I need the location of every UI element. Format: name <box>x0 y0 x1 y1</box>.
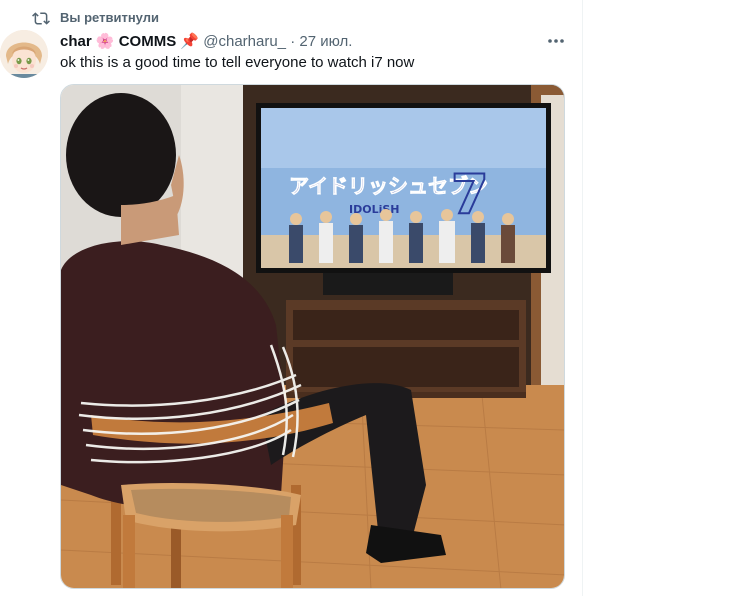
column-divider <box>582 0 583 596</box>
retweet-icon <box>32 12 50 25</box>
retweet-context[interactable]: Вы ретвитнули <box>0 6 582 28</box>
anime-avatar-icon <box>0 30 48 78</box>
more-horizontal-icon[interactable] <box>546 34 566 48</box>
author-name[interactable]: char <box>60 33 92 50</box>
avatar[interactable] <box>0 30 48 78</box>
flower-icon: 🌸 <box>95 33 115 50</box>
tweet-text: ok this is a good time to tell everyone … <box>60 54 415 71</box>
author-suffix[interactable]: COMMS <box>119 33 177 50</box>
author-handle[interactable]: @charharu_ <box>203 33 286 50</box>
photo-illustration: アイドリッシュセブン IDOLiSH 7 <box>61 85 564 588</box>
separator-dot: · <box>290 33 296 50</box>
pin-icon: 📌 <box>180 33 200 50</box>
tweet-photo[interactable]: アイドリッシュセブン IDOLiSH 7 <box>60 84 565 589</box>
retweet-label: Вы ретвитнули <box>60 10 159 25</box>
tweet-date[interactable]: 27 июл. <box>299 33 352 50</box>
timeline-column: Вы ретвитнули char 🌸 COMMS 📌 @charharu_ … <box>0 0 582 596</box>
tweet-header: char 🌸 COMMS 📌 @charharu_ · 27 июл. <box>60 32 580 50</box>
